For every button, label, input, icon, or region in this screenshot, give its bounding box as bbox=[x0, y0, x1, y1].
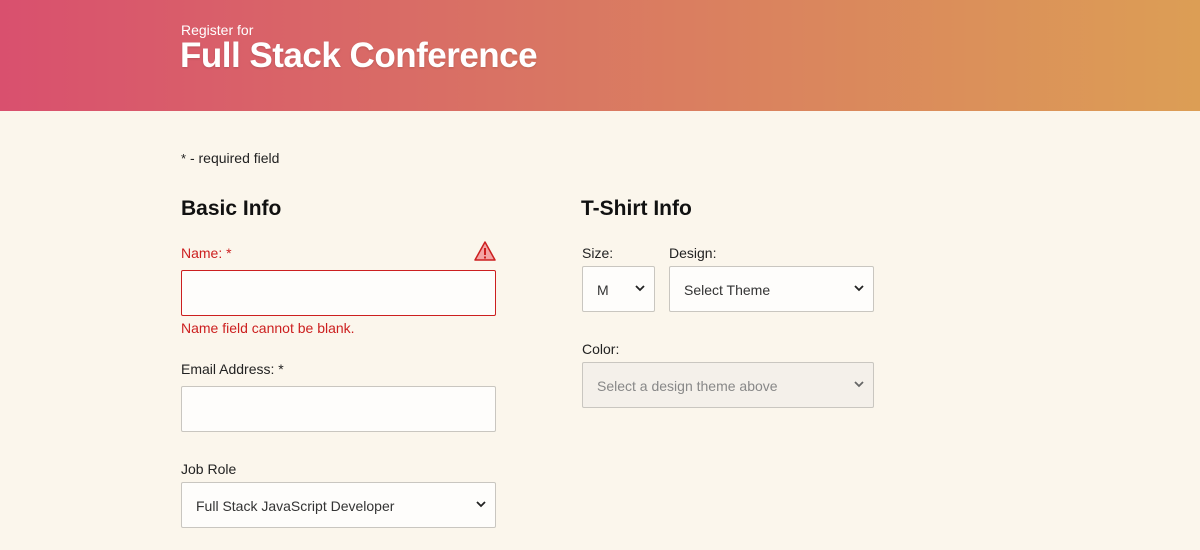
design-label: Design: bbox=[669, 245, 717, 261]
color-select[interactable]: Select a design theme above bbox=[582, 362, 874, 408]
required-marker: * bbox=[278, 361, 284, 377]
required-note-text: - required field bbox=[186, 150, 280, 166]
name-label-text: Name: bbox=[181, 245, 223, 261]
design-selected: Select Theme bbox=[684, 282, 771, 298]
chevron-down-icon bbox=[854, 381, 864, 388]
required-marker: * bbox=[226, 245, 232, 261]
required-field-note: * - required field bbox=[181, 150, 279, 166]
job-role-selected: Full Stack JavaScript Developer bbox=[196, 498, 395, 514]
job-role-label: Job Role bbox=[181, 461, 237, 477]
color-selected: Select a design theme above bbox=[597, 378, 778, 394]
name-label: Name: * bbox=[181, 245, 232, 261]
chevron-down-icon bbox=[635, 285, 645, 292]
email-label: Email Address: * bbox=[181, 361, 284, 377]
size-selected: M bbox=[597, 282, 609, 298]
email-label-text: Email Address: bbox=[181, 361, 275, 377]
design-select[interactable]: Select Theme bbox=[669, 266, 874, 312]
page-title: Full Stack Conference bbox=[180, 36, 538, 75]
color-label: Color: bbox=[582, 341, 620, 357]
chevron-down-icon bbox=[476, 501, 486, 508]
name-input[interactable] bbox=[181, 270, 496, 316]
tshirt-info-heading: T-Shirt Info bbox=[581, 197, 692, 220]
basic-info-heading: Basic Info bbox=[181, 197, 282, 220]
size-label: Size: bbox=[582, 245, 614, 261]
size-select[interactable]: M bbox=[582, 266, 655, 312]
chevron-down-icon bbox=[854, 285, 864, 292]
job-role-select[interactable]: Full Stack JavaScript Developer bbox=[181, 482, 496, 528]
email-input[interactable] bbox=[181, 386, 496, 432]
name-error-message: Name field cannot be blank. bbox=[181, 320, 355, 336]
warning-triangle-icon bbox=[474, 241, 496, 261]
page-header: Register for Full Stack Conference bbox=[0, 0, 1200, 111]
